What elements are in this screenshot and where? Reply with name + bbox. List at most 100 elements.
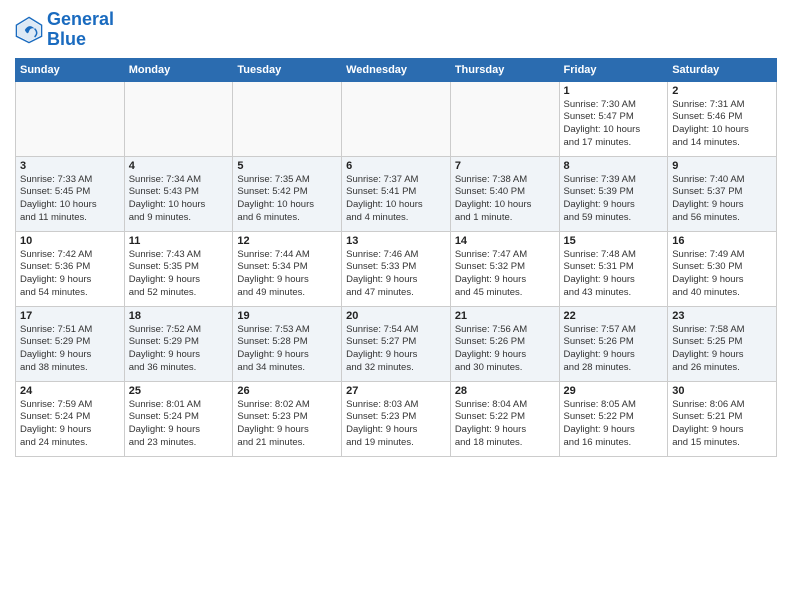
day-info: Sunrise: 7:52 AM Sunset: 5:29 PM Dayligh… (129, 324, 229, 375)
day-number: 13 (346, 235, 446, 247)
weekday-header: Wednesday (342, 58, 451, 81)
calendar-cell: 2 Sunrise: 7:31 AM Sunset: 5:46 PM Daylig… (668, 81, 777, 156)
day-number: 18 (129, 310, 229, 322)
day-info: Sunrise: 8:05 AM Sunset: 5:22 PM Dayligh… (564, 399, 664, 450)
day-info: Sunrise: 7:42 AM Sunset: 5:36 PM Dayligh… (20, 249, 120, 300)
day-number: 26 (237, 385, 337, 397)
page: General Blue SundayMondayTuesdayWednesda… (0, 0, 792, 612)
calendar-cell: 10 Sunrise: 7:42 AM Sunset: 5:36 PM Dayli… (16, 231, 125, 306)
day-number: 20 (346, 310, 446, 322)
calendar-cell: 29 Sunrise: 8:05 AM Sunset: 5:22 PM Dayli… (559, 381, 668, 456)
weekday-header: Tuesday (233, 58, 342, 81)
calendar-cell: 12 Sunrise: 7:44 AM Sunset: 5:34 PM Dayli… (233, 231, 342, 306)
logo-text: General Blue (47, 10, 114, 50)
day-number: 12 (237, 235, 337, 247)
calendar-cell: 4 Sunrise: 7:34 AM Sunset: 5:43 PM Daylig… (124, 156, 233, 231)
calendar-week: 24Sunrise: 7:59 AM Sunset: 5:24 PM Dayli… (16, 381, 777, 456)
calendar-header: SundayMondayTuesdayWednesdayThursdayFrid… (16, 58, 777, 81)
calendar-cell: 30Sunrise: 8:06 AM Sunset: 5:21 PM Dayli… (668, 381, 777, 456)
day-number: 21 (455, 310, 555, 322)
weekday-header: Saturday (668, 58, 777, 81)
day-info: Sunrise: 7:44 AM Sunset: 5:34 PM Dayligh… (237, 249, 337, 300)
calendar-cell: 5 Sunrise: 7:35 AM Sunset: 5:42 PM Daylig… (233, 156, 342, 231)
calendar-cell: 13 Sunrise: 7:46 AM Sunset: 5:33 PM Dayli… (342, 231, 451, 306)
calendar-cell (233, 81, 342, 156)
day-info: Sunrise: 7:53 AM Sunset: 5:28 PM Dayligh… (237, 324, 337, 375)
calendar-cell: 28Sunrise: 8:04 AM Sunset: 5:22 PM Dayli… (450, 381, 559, 456)
calendar-week: 17Sunrise: 7:51 AM Sunset: 5:29 PM Dayli… (16, 306, 777, 381)
day-number: 10 (20, 235, 120, 247)
day-info: Sunrise: 7:31 AM Sunset: 5:46 PM Dayligh… (672, 99, 772, 150)
calendar-cell (16, 81, 125, 156)
calendar-cell: 14Sunrise: 7:47 AM Sunset: 5:32 PM Dayli… (450, 231, 559, 306)
logo: General Blue (15, 10, 114, 50)
weekday-header: Friday (559, 58, 668, 81)
calendar-cell: 19Sunrise: 7:53 AM Sunset: 5:28 PM Dayli… (233, 306, 342, 381)
calendar-cell: 20 Sunrise: 7:54 AM Sunset: 5:27 PM Dayli… (342, 306, 451, 381)
calendar-cell: 23 Sunrise: 7:58 AM Sunset: 5:25 PM Dayli… (668, 306, 777, 381)
calendar-cell: 6 Sunrise: 7:37 AM Sunset: 5:41 PM Daylig… (342, 156, 451, 231)
weekday-header: Sunday (16, 58, 125, 81)
weekday-header: Monday (124, 58, 233, 81)
day-number: 23 (672, 310, 772, 322)
weekday-header: Thursday (450, 58, 559, 81)
day-number: 2 (672, 85, 772, 97)
day-number: 9 (672, 160, 772, 172)
day-number: 6 (346, 160, 446, 172)
day-info: Sunrise: 7:33 AM Sunset: 5:45 PM Dayligh… (20, 174, 120, 225)
day-info: Sunrise: 7:58 AM Sunset: 5:25 PM Dayligh… (672, 324, 772, 375)
calendar-cell: 11 Sunrise: 7:43 AM Sunset: 5:35 PM Dayli… (124, 231, 233, 306)
calendar-cell: 16Sunrise: 7:49 AM Sunset: 5:30 PM Dayli… (668, 231, 777, 306)
day-info: Sunrise: 7:54 AM Sunset: 5:27 PM Dayligh… (346, 324, 446, 375)
weekday-row: SundayMondayTuesdayWednesdayThursdayFrid… (16, 58, 777, 81)
day-info: Sunrise: 7:46 AM Sunset: 5:33 PM Dayligh… (346, 249, 446, 300)
day-number: 29 (564, 385, 664, 397)
day-info: Sunrise: 7:47 AM Sunset: 5:32 PM Dayligh… (455, 249, 555, 300)
calendar-cell: 7 Sunrise: 7:38 AM Sunset: 5:40 PM Daylig… (450, 156, 559, 231)
calendar-cell: 3Sunrise: 7:33 AM Sunset: 5:45 PM Daylig… (16, 156, 125, 231)
calendar-body: 1 Sunrise: 7:30 AM Sunset: 5:47 PM Daylig… (16, 81, 777, 456)
day-info: Sunrise: 7:35 AM Sunset: 5:42 PM Dayligh… (237, 174, 337, 225)
day-number: 27 (346, 385, 446, 397)
day-info: Sunrise: 7:57 AM Sunset: 5:26 PM Dayligh… (564, 324, 664, 375)
calendar-cell: 9 Sunrise: 7:40 AM Sunset: 5:37 PM Daylig… (668, 156, 777, 231)
day-number: 15 (564, 235, 664, 247)
calendar-week: 10 Sunrise: 7:42 AM Sunset: 5:36 PM Dayli… (16, 231, 777, 306)
calendar-cell: 27 Sunrise: 8:03 AM Sunset: 5:23 PM Dayli… (342, 381, 451, 456)
day-info: Sunrise: 8:01 AM Sunset: 5:24 PM Dayligh… (129, 399, 229, 450)
day-info: Sunrise: 7:40 AM Sunset: 5:37 PM Dayligh… (672, 174, 772, 225)
calendar-cell: 1 Sunrise: 7:30 AM Sunset: 5:47 PM Daylig… (559, 81, 668, 156)
day-number: 30 (672, 385, 772, 397)
day-number: 25 (129, 385, 229, 397)
day-number: 22 (564, 310, 664, 322)
day-number: 16 (672, 235, 772, 247)
day-info: Sunrise: 7:38 AM Sunset: 5:40 PM Dayligh… (455, 174, 555, 225)
day-info: Sunrise: 7:43 AM Sunset: 5:35 PM Dayligh… (129, 249, 229, 300)
calendar-week: 3Sunrise: 7:33 AM Sunset: 5:45 PM Daylig… (16, 156, 777, 231)
calendar-cell: 15 Sunrise: 7:48 AM Sunset: 5:31 PM Dayli… (559, 231, 668, 306)
day-number: 11 (129, 235, 229, 247)
calendar-cell: 25 Sunrise: 8:01 AM Sunset: 5:24 PM Dayli… (124, 381, 233, 456)
header: General Blue (15, 10, 777, 50)
day-info: Sunrise: 7:59 AM Sunset: 5:24 PM Dayligh… (20, 399, 120, 450)
calendar-cell (342, 81, 451, 156)
day-info: Sunrise: 7:34 AM Sunset: 5:43 PM Dayligh… (129, 174, 229, 225)
day-number: 5 (237, 160, 337, 172)
day-number: 1 (564, 85, 664, 97)
day-number: 17 (20, 310, 120, 322)
day-info: Sunrise: 7:37 AM Sunset: 5:41 PM Dayligh… (346, 174, 446, 225)
calendar-cell (450, 81, 559, 156)
day-number: 7 (455, 160, 555, 172)
calendar-week: 1 Sunrise: 7:30 AM Sunset: 5:47 PM Daylig… (16, 81, 777, 156)
calendar-cell: 24Sunrise: 7:59 AM Sunset: 5:24 PM Dayli… (16, 381, 125, 456)
calendar-cell: 22 Sunrise: 7:57 AM Sunset: 5:26 PM Dayli… (559, 306, 668, 381)
day-number: 4 (129, 160, 229, 172)
day-info: Sunrise: 8:03 AM Sunset: 5:23 PM Dayligh… (346, 399, 446, 450)
day-info: Sunrise: 7:30 AM Sunset: 5:47 PM Dayligh… (564, 99, 664, 150)
day-info: Sunrise: 8:02 AM Sunset: 5:23 PM Dayligh… (237, 399, 337, 450)
day-info: Sunrise: 7:48 AM Sunset: 5:31 PM Dayligh… (564, 249, 664, 300)
day-info: Sunrise: 7:56 AM Sunset: 5:26 PM Dayligh… (455, 324, 555, 375)
calendar-cell (124, 81, 233, 156)
calendar-cell: 8Sunrise: 7:39 AM Sunset: 5:39 PM Daylig… (559, 156, 668, 231)
day-info: Sunrise: 8:04 AM Sunset: 5:22 PM Dayligh… (455, 399, 555, 450)
